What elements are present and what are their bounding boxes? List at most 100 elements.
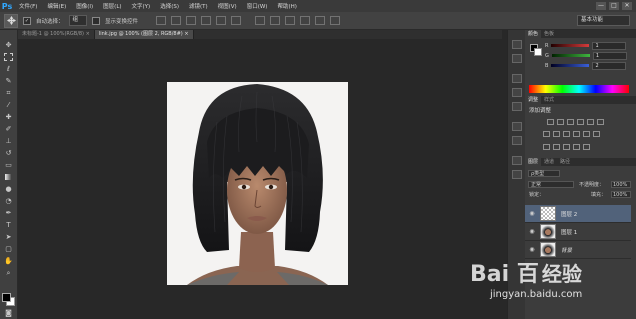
character-panel-icon[interactable] (512, 122, 522, 131)
brightness-contrast-icon[interactable] (547, 119, 554, 125)
hand-tool-icon[interactable]: ✋ (3, 256, 14, 266)
properties-panel-icon[interactable] (512, 156, 522, 165)
posterize-icon[interactable] (553, 144, 560, 150)
type-tool-icon[interactable]: T (3, 220, 14, 230)
levels-icon[interactable] (557, 119, 564, 125)
visibility-eye-icon[interactable]: ◉ (528, 210, 536, 217)
align-right-icon[interactable] (231, 16, 242, 25)
marquee-tool-icon[interactable] (3, 52, 14, 62)
auto-select-dropdown[interactable]: 组 (68, 15, 88, 26)
menu-type[interactable]: 文字(Y) (127, 2, 156, 10)
align-top-icon[interactable] (156, 16, 167, 25)
exposure-icon[interactable] (577, 119, 584, 125)
blend-mode-dropdown[interactable]: 正常 (528, 181, 574, 188)
tab-paths[interactable]: 路径 (557, 158, 573, 166)
opacity-input[interactable]: 100% (611, 181, 631, 188)
menu-layer[interactable]: 图层(L) (98, 2, 126, 10)
dodge-tool-icon[interactable]: ◔ (3, 196, 14, 206)
actions-panel-icon[interactable] (512, 54, 522, 63)
threshold-icon[interactable] (563, 144, 570, 150)
clone-source-panel-icon[interactable] (512, 102, 522, 111)
distribute-hcenter-icon[interactable] (315, 16, 326, 25)
brush-panel-icon[interactable] (512, 88, 522, 97)
color-balance-icon[interactable] (597, 119, 604, 125)
eraser-tool-icon[interactable]: ▭ (3, 160, 14, 170)
gradient-map-icon[interactable] (573, 144, 580, 150)
align-hcenter-icon[interactable] (216, 16, 227, 25)
pen-tool-icon[interactable]: ✒ (3, 208, 14, 218)
move-tool-preset-icon[interactable] (4, 13, 18, 28)
menu-edit[interactable]: 编辑(E) (42, 2, 71, 10)
clone-stamp-tool-icon[interactable]: ⊥ (3, 136, 14, 146)
menu-help[interactable]: 帮助(H) (272, 2, 301, 10)
menu-view[interactable]: 视图(V) (213, 2, 242, 10)
tab-adjustments[interactable]: 调整 (525, 96, 542, 104)
align-bottom-icon[interactable] (186, 16, 197, 25)
workspace-dropdown[interactable]: 基本功能 (577, 15, 630, 26)
menu-file[interactable]: 文件(F) (14, 2, 42, 10)
channel-mixer-icon[interactable] (583, 131, 590, 137)
show-transform-checkbox[interactable] (92, 16, 101, 25)
menu-filter[interactable]: 滤镜(T) (184, 2, 213, 10)
visibility-eye-icon[interactable]: ◉ (528, 228, 536, 235)
history-brush-tool-icon[interactable]: ↺ (3, 148, 14, 158)
menu-window[interactable]: 窗口(W) (242, 2, 273, 10)
distribute-bottom-icon[interactable] (285, 16, 296, 25)
distribute-right-icon[interactable] (330, 16, 341, 25)
color-balance-alt-icon[interactable] (553, 131, 560, 137)
document-canvas[interactable] (167, 82, 348, 285)
layer-row[interactable]: ◉ 图层 1 (525, 223, 631, 241)
green-slider[interactable] (551, 54, 590, 57)
tab-styles[interactable]: 样式 (541, 96, 557, 104)
blue-slider[interactable] (551, 64, 590, 67)
color-panel-background-swatch[interactable] (534, 48, 542, 56)
green-value-input[interactable]: 1 (592, 51, 627, 60)
red-slider[interactable] (551, 44, 590, 47)
color-lookup-icon[interactable] (593, 131, 600, 137)
color-spectrum-ramp[interactable] (529, 85, 629, 93)
tab-swatches[interactable]: 色板 (541, 30, 557, 38)
close-button[interactable]: ✕ (622, 2, 632, 10)
zoom-tool-icon[interactable]: ⌕ (3, 268, 14, 278)
info-panel-icon[interactable] (512, 74, 522, 83)
hue-saturation-icon[interactable] (543, 131, 550, 137)
tab-link-jpg[interactable]: link.jpg @ 100% (图层 2, RGB/8#) × (94, 30, 194, 39)
blur-tool-icon[interactable]: ● (3, 184, 14, 194)
red-value-input[interactable]: 1 (592, 41, 627, 50)
tab-layers[interactable]: 图层 (525, 158, 542, 166)
path-select-tool-icon[interactable]: ➤ (3, 232, 14, 242)
maximize-button[interactable]: □ (609, 2, 619, 10)
distribute-top-icon[interactable] (255, 16, 266, 25)
tab-close-icon[interactable]: × (184, 31, 188, 37)
brush-tool-icon[interactable]: ✐ (3, 124, 14, 134)
paragraph-panel-icon[interactable] (512, 136, 522, 145)
curves-icon[interactable] (567, 119, 574, 125)
quick-mask-icon[interactable]: ◙ (3, 308, 14, 318)
vibrance-icon[interactable] (587, 119, 594, 125)
fill-input[interactable]: 100% (611, 191, 631, 198)
invert-icon[interactable] (543, 144, 550, 150)
lasso-tool-icon[interactable]: ℓ (3, 64, 14, 74)
auto-select-checkbox[interactable]: ✓ (23, 16, 31, 25)
menu-select[interactable]: 选择(S) (155, 2, 184, 10)
layer-row[interactable]: ◉ 图层 2 (525, 205, 631, 223)
eyedropper-tool-icon[interactable]: ⁄ (3, 100, 14, 110)
history-panel-icon[interactable] (512, 40, 522, 49)
styles-panel-icon[interactable] (512, 170, 522, 179)
quick-select-tool-icon[interactable]: ✎ (3, 76, 14, 86)
move-tool-icon[interactable]: ✥ (3, 40, 14, 50)
crop-tool-icon[interactable]: ⌗ (3, 88, 14, 98)
tab-untitled[interactable]: 未标题-1 @ 100%(RGB/8) × (18, 30, 95, 39)
align-left-icon[interactable] (201, 16, 212, 25)
black-white-icon[interactable] (563, 131, 570, 137)
align-vcenter-icon[interactable] (171, 16, 182, 25)
tab-channels[interactable]: 通道 (541, 158, 557, 166)
healing-brush-tool-icon[interactable]: ✚ (3, 112, 14, 122)
selective-color-icon[interactable] (583, 144, 590, 150)
foreground-color-swatch[interactable] (2, 293, 11, 302)
tab-close-icon[interactable]: × (86, 31, 90, 37)
gradient-tool-icon[interactable] (3, 172, 14, 182)
tab-color[interactable]: 颜色 (525, 30, 542, 38)
menu-image[interactable]: 图像(I) (71, 2, 98, 10)
visibility-eye-icon[interactable]: ◉ (528, 246, 536, 253)
